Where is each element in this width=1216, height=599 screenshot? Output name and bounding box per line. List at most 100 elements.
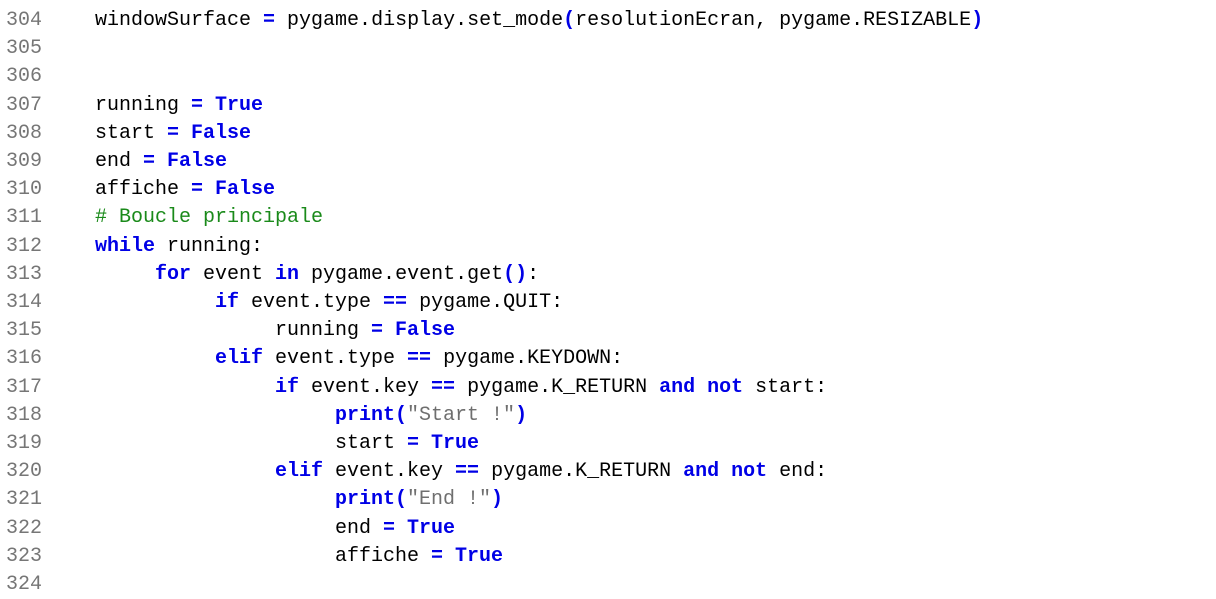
code-line[interactable]: 304 windowSurface = pygame.display.set_mo… xyxy=(0,7,1216,35)
code-text: if event.key == pygame.K_RETURN and not … xyxy=(275,374,827,402)
code-line[interactable]: 306 xyxy=(0,63,1216,91)
code-line[interactable]: 305 xyxy=(0,35,1216,63)
line-number: 322 xyxy=(6,516,43,540)
code-token: end xyxy=(95,150,144,173)
code-text: elif event.key == pygame.K_RETURN and no… xyxy=(275,458,827,486)
keyword-token: in xyxy=(275,262,300,286)
code-line[interactable]: 310 affiche = False xyxy=(0,176,1216,204)
code-token: event.type xyxy=(263,347,408,371)
line-number: 323 xyxy=(6,544,43,568)
line-number: 324 xyxy=(6,573,43,596)
code-line[interactable]: 316 elif event.type == pygame.KEYDOWN: xyxy=(0,345,1216,373)
code-text: windowSurface = pygame.display.set_mode(… xyxy=(95,7,983,35)
keyword-token: False xyxy=(395,319,456,343)
code-text: for event in pygame.event.get(): xyxy=(155,261,539,289)
code-token: end xyxy=(335,516,384,540)
code-text: running = False xyxy=(275,317,455,345)
line-number: 311 xyxy=(6,206,43,230)
code-line[interactable]: 315 running = False xyxy=(0,317,1216,345)
code-line[interactable]: 311 # Boucle principale xyxy=(0,204,1216,232)
keyword-token: if xyxy=(215,291,240,314)
code-line[interactable]: 319 start = True xyxy=(0,430,1216,458)
line-number: 310 xyxy=(6,178,43,202)
code-token: windowSurface xyxy=(95,9,264,32)
line-number: 317 xyxy=(6,375,43,399)
code-token: pygame.QUIT: xyxy=(407,291,564,314)
code-line[interactable]: 321 print("End !") xyxy=(0,486,1216,514)
keyword-token: print xyxy=(335,403,396,427)
code-line[interactable]: 324 xyxy=(0,571,1216,599)
operator-token: = xyxy=(143,150,156,173)
keyword-token: and xyxy=(659,375,696,399)
operator-token: = xyxy=(191,178,204,202)
operator-token: = xyxy=(407,432,420,455)
code-line[interactable]: 314 if event.type == pygame.QUIT: xyxy=(0,289,1216,317)
code-token: pygame.K_RETURN xyxy=(479,460,684,484)
line-number: 304 xyxy=(6,9,43,32)
code-text: print("Start !") xyxy=(335,402,527,430)
code-token: event.type xyxy=(239,291,384,314)
operator-token: ( xyxy=(563,9,576,32)
comment-token: # Boucle principale xyxy=(95,206,324,230)
line-number: 306 xyxy=(6,65,43,89)
keyword-token: True xyxy=(431,432,480,455)
operator-token: == xyxy=(455,460,480,484)
code-text: start = True xyxy=(335,430,479,458)
code-token: pygame.event.get xyxy=(299,262,504,286)
keyword-token: not xyxy=(707,375,744,399)
code-token: running xyxy=(275,319,372,343)
code-line[interactable]: 308 start = False xyxy=(0,120,1216,148)
code-line[interactable]: 322 end = True xyxy=(0,515,1216,543)
operator-token: ) xyxy=(971,9,984,32)
code-token: pygame.display.set_mode xyxy=(275,9,564,32)
operator-token: ) xyxy=(515,403,528,427)
keyword-token: while xyxy=(95,234,156,258)
code-token: affiche xyxy=(335,544,432,568)
code-line[interactable]: 307 running = True xyxy=(0,92,1216,120)
keyword-token: elif xyxy=(215,347,264,371)
keyword-token: for xyxy=(155,262,192,286)
string-token: "Start !" xyxy=(407,403,516,427)
code-token: event.key xyxy=(299,375,432,399)
code-token: start xyxy=(95,121,168,145)
code-text: print("End !") xyxy=(335,486,503,514)
code-text: affiche = True xyxy=(335,543,503,571)
operator-token: == xyxy=(407,347,432,371)
code-line[interactable]: 312 while running: xyxy=(0,233,1216,261)
keyword-token: False xyxy=(191,121,252,145)
code-token: running xyxy=(95,93,192,117)
line-number: 313 xyxy=(6,262,43,286)
keyword-token: False xyxy=(215,178,276,202)
line-number: 318 xyxy=(6,403,43,427)
line-number: 309 xyxy=(6,150,43,173)
code-editor[interactable]: 304 windowSurface = pygame.display.set_mo… xyxy=(0,0,1216,596)
code-text: # Boucle principale xyxy=(95,204,323,232)
code-token: start: xyxy=(743,375,828,399)
keyword-token: True xyxy=(407,516,456,540)
keyword-token: False xyxy=(167,150,228,173)
code-text: affiche = False xyxy=(95,176,275,204)
code-line[interactable]: 317 if event.key == pygame.K_RETURN and n… xyxy=(0,374,1216,402)
code-text: if event.type == pygame.QUIT: xyxy=(215,289,563,317)
code-line[interactable]: 320 elif event.key == pygame.K_RETURN and… xyxy=(0,458,1216,486)
code-token: resolutionEcran, pygame.RESIZABLE xyxy=(575,9,972,32)
code-line[interactable]: 309 end = False xyxy=(0,148,1216,176)
code-token: start xyxy=(335,432,408,455)
operator-token: = xyxy=(167,121,180,145)
keyword-token: elif xyxy=(275,460,324,484)
code-text: while running: xyxy=(95,233,263,261)
operator-token: = xyxy=(431,544,444,568)
code-line[interactable]: 313 for event in pygame.event.get(): xyxy=(0,261,1216,289)
code-line[interactable]: 323 affiche = True xyxy=(0,543,1216,571)
code-token: event.key xyxy=(323,460,456,484)
line-number: 305 xyxy=(6,37,43,61)
code-line[interactable]: 318 print("Start !") xyxy=(0,402,1216,430)
